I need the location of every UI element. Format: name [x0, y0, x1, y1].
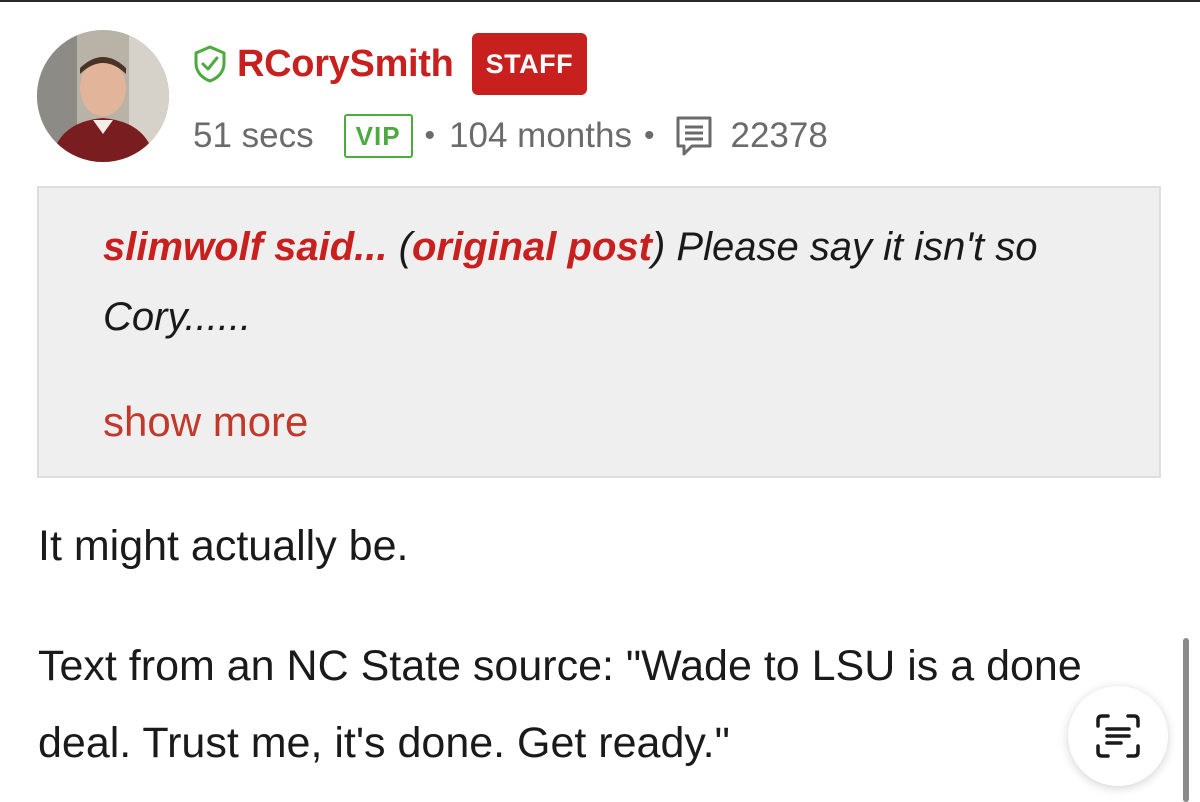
author-header: RCorySmith STAFF — [193, 33, 588, 95]
shield-check-icon — [194, 45, 226, 83]
post-body-paragraph: Text from an NC State source: "Wade to L… — [38, 642, 1082, 767]
quote-author[interactable]: slimwolf said... — [103, 225, 388, 269]
live-text-button[interactable] — [1068, 686, 1168, 786]
post-meta: 51 secs VIP • 104 months • 22378 — [193, 112, 828, 160]
original-post-link[interactable]: original post — [412, 225, 652, 269]
quote-text: slimwolf said... (original post) Please … — [103, 212, 1123, 352]
quote-paren-open: ( — [387, 225, 412, 269]
author-username[interactable]: RCorySmith — [237, 43, 454, 86]
avatar[interactable] — [37, 30, 169, 162]
avatar-photo — [37, 30, 169, 162]
scrollbar[interactable] — [1183, 638, 1189, 802]
post-time: 51 secs — [193, 116, 314, 155]
top-divider — [0, 0, 1200, 2]
post-body-paragraph: It might actually be. — [38, 522, 409, 570]
staff-badge: STAFF — [471, 33, 588, 95]
vip-badge: VIP — [343, 114, 413, 158]
meta-separator: • — [643, 119, 655, 152]
show-more-link[interactable]: show more — [103, 398, 308, 446]
live-text-icon — [1096, 714, 1140, 758]
post-count: 22378 — [730, 116, 828, 155]
quoted-post: slimwolf said... (original post) Please … — [37, 186, 1161, 478]
member-duration: 104 months — [449, 116, 632, 155]
message-lines-icon — [676, 116, 712, 156]
meta-separator: • — [424, 119, 436, 152]
